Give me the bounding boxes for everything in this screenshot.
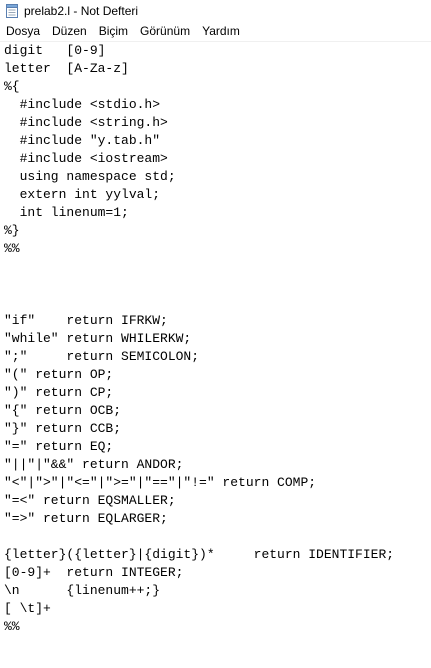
menu-help[interactable]: Yardım [196, 22, 246, 41]
menu-view[interactable]: Görünüm [134, 22, 196, 41]
title-bar: prelab2.l - Not Defteri [0, 0, 431, 22]
menu-file[interactable]: Dosya [0, 22, 46, 41]
code-line: "while" return WHILERKW; [4, 331, 192, 346]
menu-bar: Dosya Düzen Biçim Görünüm Yardım [0, 22, 431, 42]
code-line: "<"|">"|"<="|">="|"=="|"!=" return COMP; [4, 475, 317, 490]
code-line: [0-9]+ return INTEGER; [4, 565, 184, 580]
menu-edit[interactable]: Düzen [46, 22, 93, 41]
code-line: using namespace std; [4, 169, 176, 184]
menu-format[interactable]: Biçim [93, 22, 134, 41]
code-line: "=<" return EQSMALLER; [4, 493, 176, 508]
code-line: "=>" return EQLARGER; [4, 511, 168, 526]
code-line: %} [4, 223, 20, 238]
code-line: extern int yylval; [4, 187, 161, 202]
text-editor-area[interactable]: digit [0-9] letter [A-Za-z] %{ #include <s… [0, 42, 431, 668]
code-line: "{" return OCB; [4, 403, 122, 418]
code-line: %% [4, 619, 20, 634]
code-line: %% [4, 241, 20, 256]
code-line: [ \t]+ [4, 601, 51, 616]
code-line: %{ [4, 79, 20, 94]
notepad-icon [6, 4, 18, 18]
code-line: #include <stdio.h> [4, 97, 161, 112]
code-line: letter [A-Za-z] [4, 61, 129, 76]
code-line: "=" return EQ; [4, 439, 114, 454]
code-line: #include <iostream> [4, 151, 168, 166]
code-line: "}" return CCB; [4, 421, 122, 436]
code-line: ";" return SEMICOLON; [4, 349, 200, 364]
code-line: int linenum=1; [4, 205, 129, 220]
code-line: #include <string.h> [4, 115, 168, 130]
code-line: "if" return IFRKW; [4, 313, 168, 328]
window-title: prelab2.l - Not Defteri [24, 4, 139, 18]
code-line: "(" return OP; [4, 367, 114, 382]
code-line: digit [0-9] [4, 43, 106, 58]
code-line: #include "y.tab.h" [4, 133, 161, 148]
code-line: \n {linenum++;} [4, 583, 161, 598]
code-line: "||"|"&&" return ANDOR; [4, 457, 184, 472]
code-line: {letter}({letter}|{digit})* return IDENT… [4, 547, 395, 562]
code-line: ")" return CP; [4, 385, 114, 400]
